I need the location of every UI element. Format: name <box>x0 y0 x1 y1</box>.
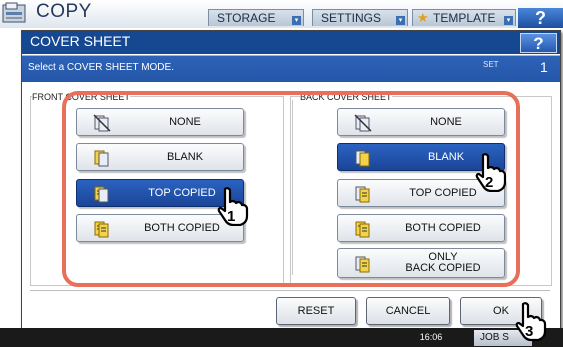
dialog-title: COVER SHEET <box>30 33 131 49</box>
chevron-down-icon: ▾ <box>396 16 405 25</box>
app-title: COPY <box>36 1 92 22</box>
tab-template-label: TEMPLATE <box>433 11 496 25</box>
instruction-text: Select a COVER SHEET MODE. <box>28 62 174 73</box>
hand-pointer-icon: 1 <box>217 187 249 226</box>
bottom-divider <box>30 290 550 291</box>
annotation-highlight <box>62 91 520 287</box>
clock-time: 16:06 <box>408 328 454 344</box>
tab-template[interactable]: ★ TEMPLATE ▾ <box>412 9 516 26</box>
dialog-help-button[interactable]: ? <box>520 33 557 53</box>
set-count: 1 <box>540 59 548 75</box>
chevron-down-icon: ▾ <box>504 16 513 25</box>
tab-storage[interactable]: STORAGE ▾ <box>208 9 304 26</box>
hand-pointer-icon: 3 <box>515 302 547 342</box>
reset-button[interactable]: RESET <box>276 297 356 325</box>
set-label: SET <box>483 60 499 69</box>
copier-icon <box>2 2 26 23</box>
step-number: 1 <box>227 208 235 225</box>
time-value: 16:06 <box>419 332 443 342</box>
tab-settings[interactable]: SETTINGS ▾ <box>312 9 408 26</box>
tab-storage-label: STORAGE <box>217 11 276 25</box>
tab-settings-label: SETTINGS <box>321 11 382 25</box>
help-button[interactable]: ? <box>518 8 563 28</box>
star-icon: ★ <box>417 10 429 25</box>
step-number: 3 <box>525 323 533 340</box>
cancel-button[interactable]: CANCEL <box>366 297 450 325</box>
chevron-down-icon: ▾ <box>292 16 301 25</box>
hand-pointer-icon: 2 <box>475 153 507 192</box>
step-number: 2 <box>485 174 493 191</box>
